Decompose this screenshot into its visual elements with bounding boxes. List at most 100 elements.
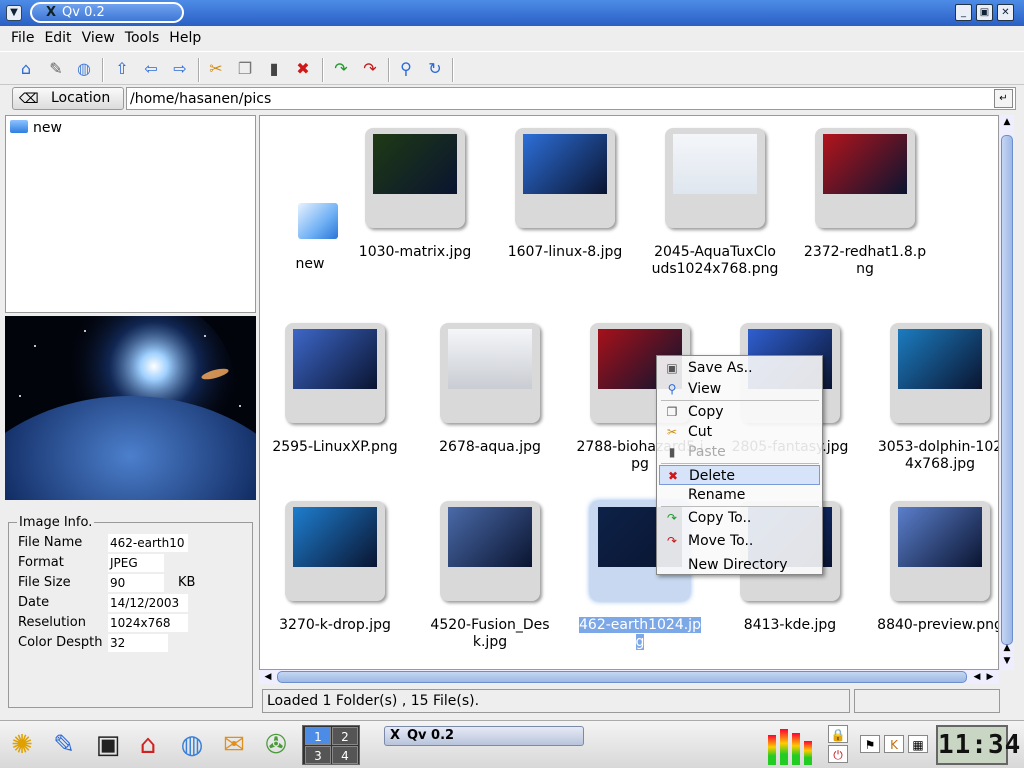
desktop-4[interactable]: 4 (332, 746, 358, 764)
menu-tools[interactable]: Tools (120, 26, 165, 46)
office-icon[interactable]: ✉ (216, 727, 252, 763)
bookmark-icon[interactable]: ✎ (44, 57, 68, 81)
horizontal-scroll-thumb[interactable] (277, 671, 967, 683)
location-go-button[interactable]: ↵ (994, 89, 1013, 108)
menu-item-save-as[interactable]: ▣ Save As.. (659, 358, 820, 378)
delete-icon[interactable]: ✖ (291, 57, 315, 81)
menu-item-label: Copy (688, 404, 724, 420)
menu-item-copy-to[interactable]: ↷ Copy To.. (659, 508, 820, 528)
scroll-left-icon[interactable]: ◀ (971, 672, 983, 682)
calendar-icon[interactable]: ▦ (908, 735, 928, 753)
file-name-text: 2372-redhat1.8.png (803, 244, 927, 277)
menu-item-label: Delete (689, 468, 735, 484)
file-grid[interactable]: new 1030-matrix.jpg 1607-linux-8.jpg 2045-A… (259, 115, 999, 670)
menu-item-copy[interactable]: ❐ Copy (659, 402, 820, 422)
menu-help[interactable]: Help (164, 26, 206, 46)
copy-icon: ❐ (666, 405, 678, 419)
home-folder-icon[interactable]: ⌂ (130, 727, 166, 763)
vertical-scroll-thumb[interactable] (1001, 135, 1013, 645)
network-icon[interactable]: ◍ (72, 57, 96, 81)
move-to-icon: ↷ (666, 534, 678, 548)
menu-item-view[interactable]: ⚲ View (659, 379, 820, 399)
menu-item-move-to[interactable]: ↷ Move To.. (659, 531, 820, 551)
browser-icon[interactable]: ◍ (174, 727, 210, 763)
meter-bar (768, 735, 776, 765)
image-preview (5, 316, 256, 500)
file-name: 2595-LinuxXP.png (270, 439, 400, 456)
vertical-scrollbar[interactable]: ▲ ▲ ▼ (1000, 115, 1014, 670)
refresh-icon[interactable]: ↻ (423, 57, 447, 81)
meter-bar (804, 741, 812, 765)
info-value: 462-earth10 (108, 534, 188, 552)
scissors-icon[interactable]: ✂ (204, 57, 228, 81)
file-item[interactable]: 3053-dolphin-1024x768.jpg (870, 323, 998, 483)
terminal-icon[interactable]: ▣ (90, 727, 126, 763)
menu-separator (661, 506, 819, 507)
file-item[interactable]: 4520-Fusion_Desk.jpg (420, 501, 560, 661)
back-arrow-icon[interactable]: ⇦ (139, 57, 163, 81)
menu-item-cut[interactable]: ✂ Cut (659, 422, 820, 442)
info-label: File Size (18, 575, 71, 590)
zoom-icon[interactable]: ⚲ (394, 57, 418, 81)
desktop-1[interactable]: 1 (305, 727, 331, 745)
up-arrow-icon[interactable]: ⇧ (110, 57, 134, 81)
file-item[interactable]: 2678-aqua.jpg (420, 323, 560, 483)
minimize-button[interactable]: _ (955, 4, 972, 21)
file-item[interactable]: 2595-LinuxXP.png (265, 323, 405, 483)
menu-item-label: Paste (688, 444, 726, 460)
location-input[interactable] (126, 87, 1016, 110)
folder-tree[interactable]: new (5, 115, 256, 313)
file-name: 2678-aqua.jpg (425, 439, 555, 456)
menu-view[interactable]: View (77, 26, 120, 46)
logout-icon[interactable]: ⏻ (828, 745, 848, 763)
scissors-icon: ✂ (666, 425, 678, 439)
location-button[interactable]: ⌫ Location (12, 87, 124, 110)
klipper-icon[interactable]: K (884, 735, 904, 753)
copy-to-icon[interactable]: ↷ (329, 57, 353, 81)
image-info-group: Image Info. File Name 462-earth10 Format JP… (8, 515, 253, 708)
kde-menu-icon[interactable]: ✺ (4, 727, 40, 763)
keyboard-layout-icon[interactable]: ⚑ (860, 735, 880, 753)
title-bar[interactable]: ▼ X Qv 0.2 _ ▣ ✕ (0, 0, 1024, 26)
file-item[interactable]: 1607-linux-8.jpg (495, 128, 635, 288)
lock-icon[interactable]: 🔒 (828, 725, 848, 743)
image-info-title: Image Info. (17, 515, 95, 530)
menu-edit[interactable]: Edit (39, 26, 76, 46)
editor-icon[interactable]: ✎ (46, 727, 82, 763)
scroll-up-icon[interactable]: ▲ (1001, 643, 1013, 653)
forward-arrow-icon[interactable]: ⇨ (168, 57, 192, 81)
scroll-left-icon[interactable]: ◀ (262, 672, 274, 682)
horizontal-scrollbar[interactable]: ◀ ◀ ▶ (259, 670, 999, 684)
scroll-up-icon[interactable]: ▲ (1001, 117, 1013, 127)
window-menu-button[interactable]: ▼ (6, 5, 22, 21)
file-item[interactable]: 2045-AquaTuxClouds1024x768.png (645, 128, 785, 288)
file-item[interactable]: 3270-k-drop.jpg (265, 501, 405, 661)
menu-item-rename[interactable]: Rename (659, 485, 820, 505)
file-name-text: 8413-kde.jpg (743, 617, 837, 633)
file-name-text: 2595-LinuxXP.png (272, 439, 398, 455)
tools-icon[interactable]: ✇ (258, 727, 294, 763)
clear-location-icon: ⌫ (19, 91, 39, 107)
menu-file[interactable]: File (6, 26, 39, 46)
menu-item-paste: ▮ Paste (659, 442, 820, 462)
menu-item-label: View (688, 381, 722, 397)
scroll-down-icon[interactable]: ▼ (1001, 656, 1013, 666)
move-to-icon[interactable]: ↷ (358, 57, 382, 81)
menu-item-new-directory[interactable]: New Directory (659, 555, 820, 575)
file-item[interactable]: 8840-preview.png (870, 501, 998, 661)
tree-item-new[interactable]: new (10, 120, 62, 136)
desktop-3[interactable]: 3 (305, 746, 331, 764)
home-icon[interactable]: ⌂ (14, 57, 38, 81)
menu-item-delete[interactable]: ✖ Delete (659, 465, 820, 485)
paste-icon[interactable]: ▮ (262, 57, 286, 81)
file-item[interactable]: 2372-redhat1.8.png (795, 128, 935, 288)
thumbnail-frame (440, 501, 540, 601)
close-button[interactable]: ✕ (997, 4, 1014, 21)
desktop-2[interactable]: 2 (332, 727, 358, 745)
thumbnail-frame (890, 501, 990, 601)
scroll-right-icon[interactable]: ▶ (984, 672, 996, 682)
copy-icon[interactable]: ❐ (233, 57, 257, 81)
file-item[interactable]: 1030-matrix.jpg (345, 128, 485, 288)
task-qv[interactable]: X Qv 0.2 (384, 726, 584, 746)
maximize-button[interactable]: ▣ (976, 4, 993, 21)
